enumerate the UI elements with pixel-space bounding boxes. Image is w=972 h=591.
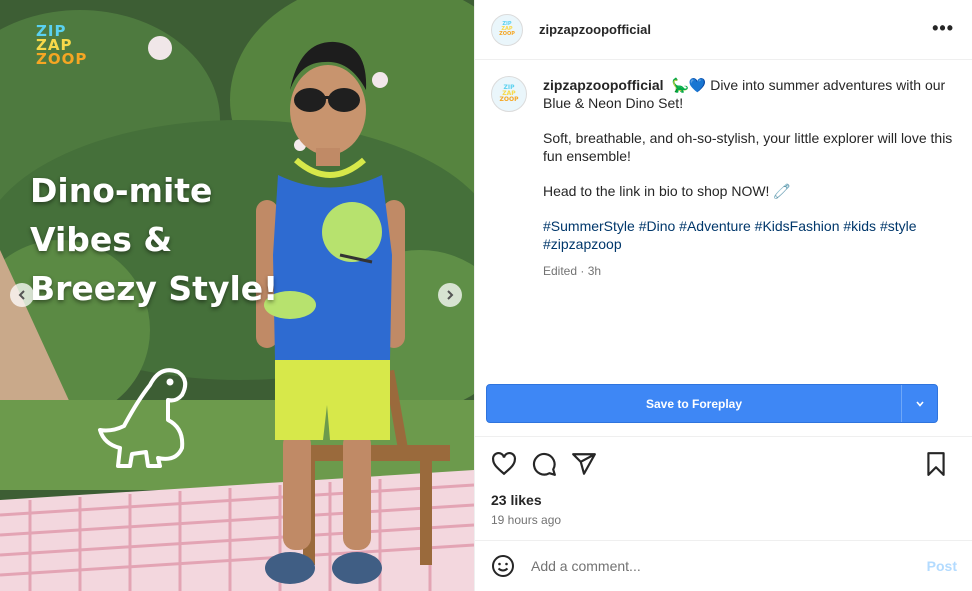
brand-logo-line-3: ZOOP	[36, 50, 88, 68]
post-media[interactable]: ZIP ZAP ZOOP Dino-mite Vibes & Breezy St…	[0, 0, 474, 591]
comment-box: Post	[475, 540, 972, 591]
post-caption: ZIP ZAP ZOOP zipzapzoopofficial 🦕💙 Dive …	[475, 60, 972, 280]
headline-line-2: Vibes &	[30, 220, 173, 259]
bookmark-button[interactable]	[923, 451, 949, 477]
caption-avatar[interactable]: ZIP ZAP ZOOP	[491, 76, 527, 112]
next-slide-button[interactable]	[438, 283, 462, 307]
brand-logo: ZIP ZAP ZOOP	[36, 24, 88, 68]
share-button[interactable]	[571, 451, 597, 477]
more-options-button[interactable]: •••	[932, 18, 954, 39]
caption-body: zipzapzoopofficial 🦕💙 Dive into summer a…	[543, 76, 953, 280]
post-header: ZIP ZAP ZOOP zipzapzoopofficial •••	[475, 0, 972, 60]
emoji-icon	[492, 555, 514, 577]
avatar-logo: ZIP ZAP ZOOP	[499, 21, 515, 37]
like-button[interactable]	[491, 451, 517, 477]
previous-slide-button[interactable]	[10, 283, 34, 307]
header-username[interactable]: zipzapzoopofficial	[539, 22, 651, 37]
avatar[interactable]: ZIP ZAP ZOOP	[491, 13, 523, 46]
edited-timestamp: Edited · 3h	[543, 264, 602, 278]
likes-count[interactable]: 23 likes	[491, 492, 542, 508]
bookmark-icon	[927, 452, 945, 476]
caption-line-3: Head to the link in bio to shop NOW! 🧷	[543, 183, 791, 199]
comment-icon	[532, 452, 556, 476]
share-icon	[572, 453, 596, 475]
chevron-left-icon	[18, 290, 25, 300]
chevron-right-icon	[447, 290, 454, 300]
emoji-button[interactable]	[491, 554, 515, 578]
save-to-foreplay-button[interactable]: Save to Foreplay	[486, 384, 938, 423]
comment-input[interactable]	[531, 558, 911, 574]
post-viewer: ZIP ZAP ZOOP Dino-mite Vibes & Breezy St…	[0, 0, 972, 591]
post-comment-button[interactable]: Post	[927, 558, 957, 574]
caption-hashtags[interactable]: #SummerStyle #Dino #Adventure #KidsFashi…	[543, 217, 953, 253]
post-timestamp[interactable]: 19 hours ago	[491, 513, 561, 527]
post-actions: 23 likes 19 hours ago	[475, 436, 972, 540]
media-headline: Dino-mite Vibes & Breezy Style!	[30, 166, 290, 313]
save-to-foreplay-label[interactable]: Save to Foreplay	[487, 385, 901, 422]
comment-button[interactable]	[531, 451, 557, 477]
heart-icon	[492, 451, 516, 476]
action-icons	[491, 451, 949, 477]
chevron-down-icon	[915, 400, 924, 407]
post-side-panel: ZIP ZAP ZOOP zipzapzoopofficial ••• ZIP …	[474, 0, 972, 591]
save-options-dropdown[interactable]	[901, 385, 937, 422]
headline-line-1: Dino-mite	[30, 171, 213, 210]
caption-username[interactable]: zipzapzoopofficial	[543, 77, 664, 93]
caption-line-2: Soft, breathable, and oh-so-stylish, you…	[543, 130, 953, 164]
headline-line-3: Breezy Style!	[30, 269, 279, 308]
avatar-logo: ZIP ZAP ZOOP	[499, 84, 519, 103]
more-horizontal-icon: •••	[932, 18, 954, 38]
